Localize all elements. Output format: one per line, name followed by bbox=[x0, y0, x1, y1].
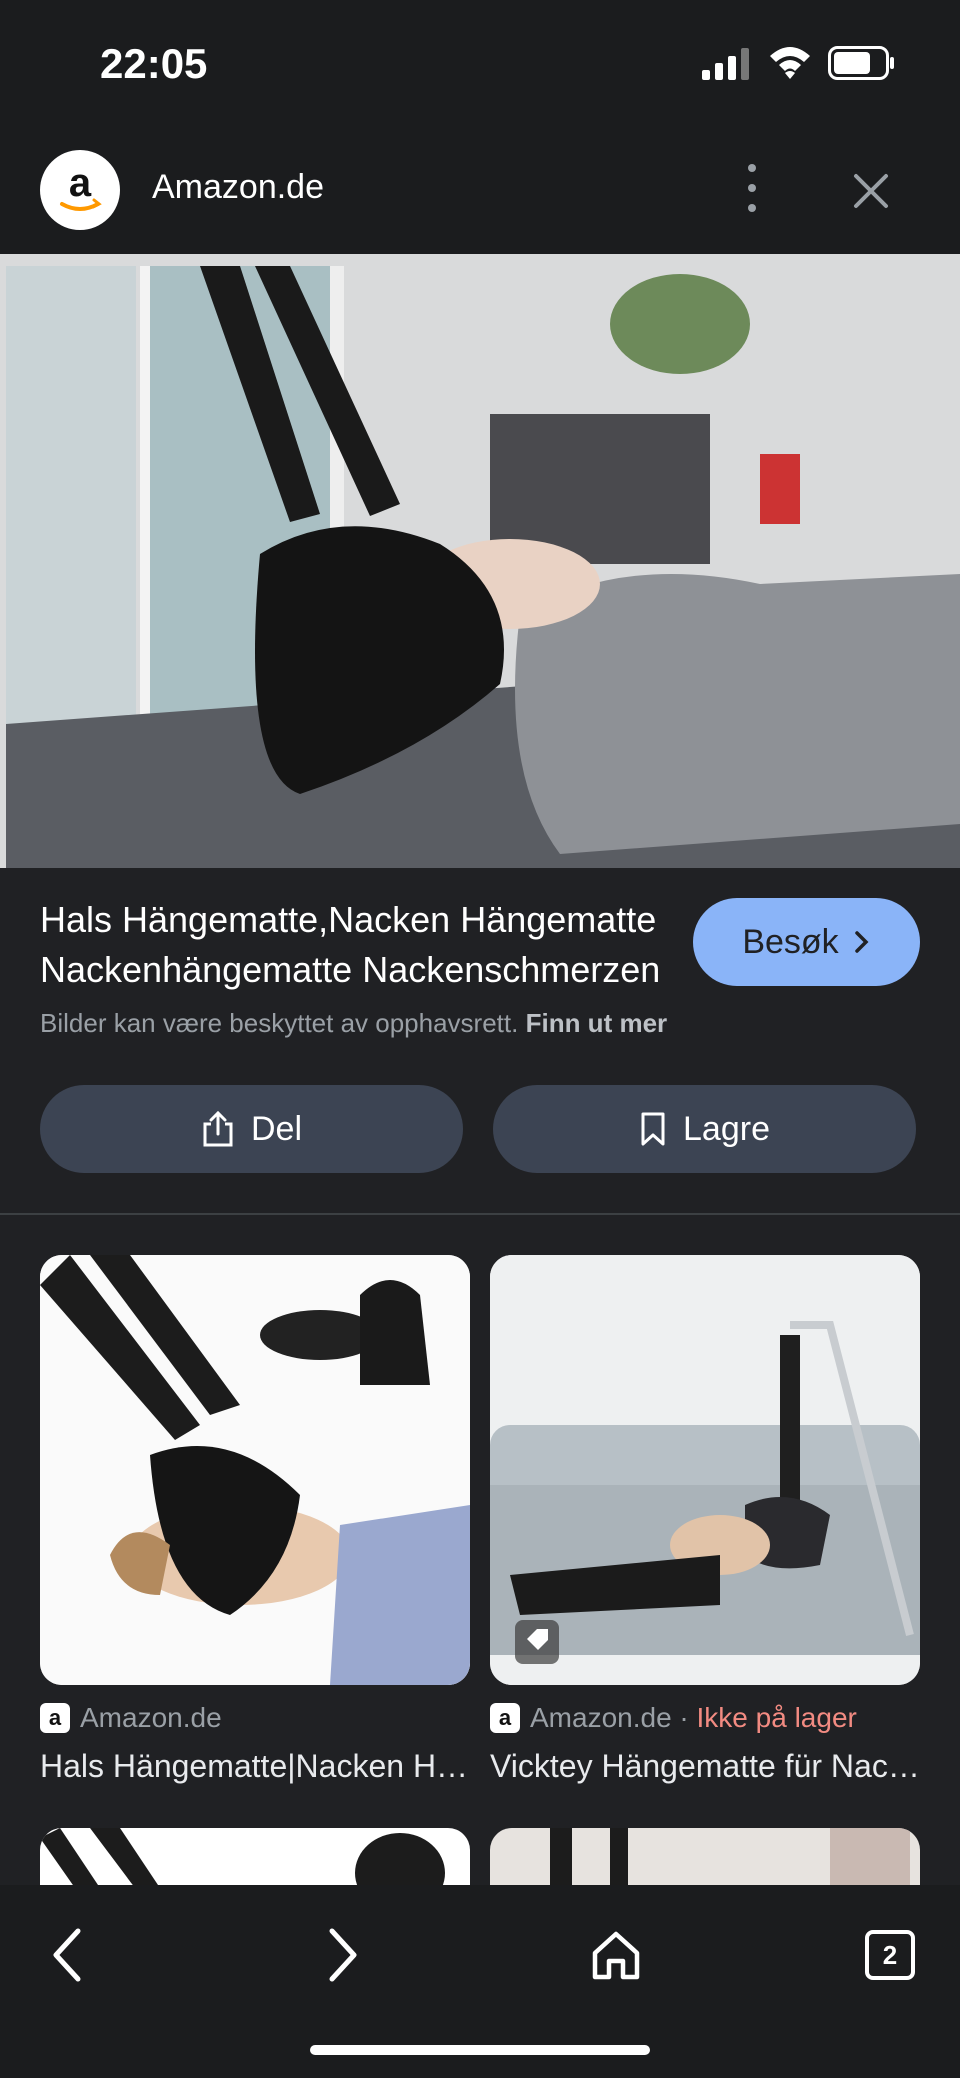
share-button[interactable]: Del bbox=[40, 1085, 463, 1173]
back-button[interactable] bbox=[28, 1915, 108, 1995]
related-image-4[interactable] bbox=[490, 1828, 920, 1888]
copyright-notice: Bilder kan være beskyttet av opphavsrett… bbox=[40, 1008, 667, 1039]
battery-icon bbox=[828, 46, 894, 80]
preview-image[interactable] bbox=[0, 254, 960, 868]
save-label: Lagre bbox=[683, 1109, 770, 1148]
related-photo-4 bbox=[550, 1828, 910, 1888]
chevron-right-icon bbox=[854, 931, 869, 953]
related-title-2[interactable]: Vicktey Hängematte für Nacken bbox=[490, 1748, 920, 1785]
related-source-2: a Amazon.de · Ikke på lager bbox=[490, 1702, 857, 1734]
visit-label: Besøk bbox=[742, 922, 839, 961]
close-icon[interactable] bbox=[846, 166, 896, 216]
divider bbox=[0, 1213, 960, 1215]
amazon-favicon: a bbox=[490, 1703, 520, 1733]
learn-more-link[interactable]: Finn ut mer bbox=[526, 1008, 668, 1038]
result-title-block: Hals Hängematte,Nacken Hängematte Nacken… bbox=[40, 895, 680, 995]
tabs-icon: 2 bbox=[865, 1930, 915, 1980]
wifi-icon bbox=[770, 47, 810, 79]
related-photo-1 bbox=[40, 1255, 470, 1685]
related-photo-2 bbox=[490, 1255, 920, 1685]
home-icon bbox=[592, 1931, 640, 1980]
related-photo-3 bbox=[40, 1828, 445, 1888]
svg-text:a: a bbox=[69, 162, 92, 205]
related-source-1: a Amazon.de bbox=[40, 1702, 222, 1734]
site-name[interactable]: Amazon.de bbox=[152, 168, 324, 207]
visit-button[interactable]: Besøk bbox=[693, 898, 920, 986]
related-source-name-2: Amazon.de bbox=[530, 1702, 672, 1733]
related-image-3[interactable] bbox=[40, 1828, 470, 1888]
signal-icon bbox=[702, 48, 749, 80]
amazon-logo-mark: a bbox=[60, 162, 102, 211]
status-bar: 22:05 bbox=[0, 0, 960, 120]
stock-status: Ikke på lager bbox=[696, 1702, 857, 1733]
related-image-1[interactable] bbox=[40, 1255, 470, 1685]
neck-hammock-photo bbox=[0, 254, 960, 868]
result-title[interactable]: Hals Hängematte,Nacken Hängematte Nacken… bbox=[40, 895, 680, 995]
clock: 22:05 bbox=[100, 40, 208, 87]
home-indicator[interactable] bbox=[310, 2045, 650, 2055]
share-label: Del bbox=[250, 1109, 303, 1148]
home-button[interactable] bbox=[576, 1915, 656, 1995]
related-image-2[interactable] bbox=[490, 1255, 920, 1685]
amazon-logo: a bbox=[40, 150, 120, 230]
related-title-1[interactable]: Hals Hängematte|Nacken Hängematte bbox=[40, 1748, 470, 1785]
copyright-text: Bilder kan være beskyttet av opphavsrett… bbox=[40, 1008, 519, 1038]
related-source-name-1: Amazon.de bbox=[80, 1702, 222, 1733]
site-header: a Amazon.de bbox=[0, 120, 960, 254]
share-icon bbox=[203, 1110, 233, 1147]
source-separator: · bbox=[671, 1702, 697, 1733]
forward-button[interactable] bbox=[302, 1915, 382, 1995]
tabs-button[interactable]: 2 bbox=[850, 1915, 930, 1995]
forward-icon bbox=[329, 1928, 357, 1982]
amazon-favicon: a bbox=[40, 1703, 70, 1733]
bookmark-icon bbox=[641, 1112, 665, 1146]
more-vert-icon[interactable] bbox=[736, 158, 768, 218]
back-icon bbox=[53, 1928, 81, 1982]
save-button[interactable]: Lagre bbox=[493, 1085, 916, 1173]
